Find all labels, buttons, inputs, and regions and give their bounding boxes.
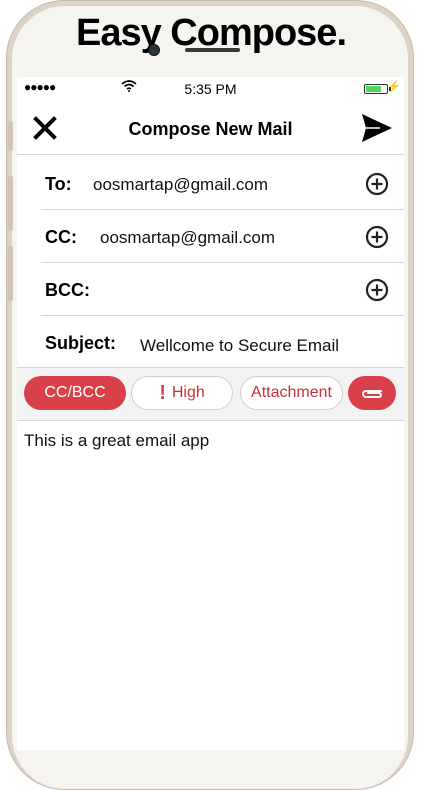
battery-fill <box>366 86 381 92</box>
paperclip-icon <box>362 390 382 398</box>
add-to-recipient-button[interactable] <box>365 172 389 196</box>
battery-icon <box>364 84 388 94</box>
send-paper-plane-icon <box>362 114 392 142</box>
paperclip-button[interactable] <box>348 376 396 410</box>
plus-circle-icon <box>365 225 389 249</box>
exclamation-icon: ! <box>159 381 166 404</box>
plus-circle-icon <box>365 278 389 302</box>
subject-label: Subject: <box>45 333 117 353</box>
bcc-label: BCC: <box>45 280 90 300</box>
status-time: 5:35 PM <box>184 81 237 97</box>
priority-high-button[interactable]: ! High <box>131 376 233 410</box>
front-camera <box>148 44 160 56</box>
volume-down-button <box>8 246 13 301</box>
to-label: To: <box>45 174 72 194</box>
priority-label: High <box>171 384 205 401</box>
bcc-field-row[interactable]: BCC: <box>41 263 404 316</box>
cc-bcc-button[interactable]: CC/BCC <box>24 376 126 410</box>
status-bar: ●●●●● 5:35 PM ⚡ <box>17 77 404 99</box>
to-field-row[interactable]: To: oosmartap@gmail.com <box>41 157 404 210</box>
subject-input[interactable]: Wellcome to Secure Email <box>140 336 339 356</box>
send-button[interactable] <box>360 111 394 145</box>
cc-input[interactable]: oosmartap@gmail.com <box>100 228 275 248</box>
phone-screen: ●●●●● 5:35 PM ⚡ Compose New Mail To: oos… <box>17 77 404 750</box>
earpiece-speaker <box>185 48 240 52</box>
attachment-button[interactable]: Attachment <box>240 376 343 410</box>
mute-switch <box>8 121 13 151</box>
cc-field-row[interactable]: CC: oosmartap@gmail.com <box>41 210 404 263</box>
page-title: Compose New Mail <box>128 119 293 139</box>
cc-label: CC: <box>45 227 77 247</box>
charging-bolt-icon: ⚡ <box>387 81 401 93</box>
subject-field-row[interactable]: Subject: Wellcome to Secure Email <box>41 316 404 368</box>
message-body-input[interactable]: This is a great email app <box>24 431 209 451</box>
add-cc-recipient-button[interactable] <box>365 225 389 249</box>
compose-navbar: Compose New Mail <box>17 104 404 155</box>
volume-up-button <box>8 176 13 231</box>
to-input[interactable]: oosmartap@gmail.com <box>93 175 268 195</box>
compose-toolbar: CC/BCC ! High Attachment <box>17 367 404 421</box>
plus-circle-icon <box>365 172 389 196</box>
add-bcc-recipient-button[interactable] <box>365 278 389 302</box>
